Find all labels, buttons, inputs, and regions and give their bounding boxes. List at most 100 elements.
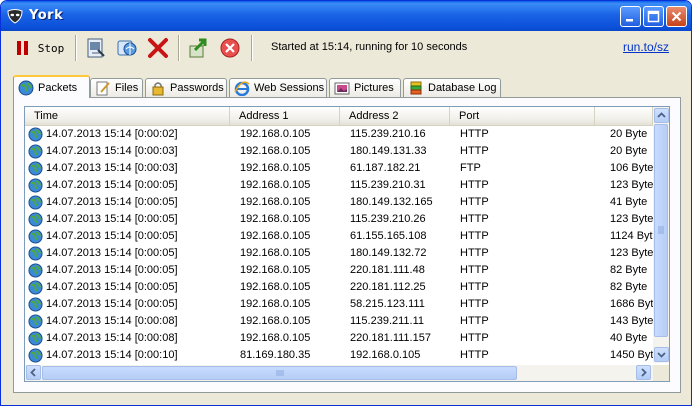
close-window-button[interactable] xyxy=(666,6,687,27)
port-cell: HTTP xyxy=(460,281,489,293)
tab-pictures[interactable]: Pictures xyxy=(329,78,401,97)
table-row[interactable]: 14.07.2013 15:14 [0:00:05] 192.168.0.105 6… xyxy=(25,228,653,245)
table-row[interactable]: 14.07.2013 15:14 [0:00:03] 192.168.0.105 6… xyxy=(25,160,653,177)
toolbar-separator xyxy=(251,35,253,61)
address-1-cell: 192.168.0.105 xyxy=(240,128,311,140)
stop-button[interactable]: Stop xyxy=(13,33,67,63)
tab-label: Packets xyxy=(38,81,78,94)
size-cell: 41 Byte xyxy=(610,196,648,208)
address-2-cell: 180.149.131.33 xyxy=(350,145,427,157)
address-2-cell: 115.239.210.16 xyxy=(350,128,426,140)
packets-list[interactable]: Time Address 1 Address 2 Port 14.07.2013… xyxy=(24,106,670,382)
scroll-left-button[interactable] xyxy=(26,365,41,380)
scroll-down-button[interactable] xyxy=(654,347,669,362)
horizontal-scroll-thumb[interactable] xyxy=(42,366,517,380)
chevron-left-icon xyxy=(30,368,36,377)
table-row[interactable]: 14.07.2013 15:14 [0:00:02] 192.168.0.105 1… xyxy=(25,126,653,143)
minimize-button[interactable] xyxy=(620,6,641,27)
chevron-up-icon xyxy=(657,112,666,118)
tab-panel: Time Address 1 Address 2 Port 14.07.2013… xyxy=(13,97,681,393)
file-edit-icon xyxy=(96,81,110,96)
table-row[interactable]: 14.07.2013 15:14 [0:00:05] 192.168.0.105 1… xyxy=(25,245,653,262)
column-header-size[interactable] xyxy=(595,107,653,125)
time-cell: 14.07.2013 15:14 [0:00:05] xyxy=(46,281,178,293)
tab-label: Web Sessions xyxy=(254,82,325,94)
column-header-port[interactable]: Port xyxy=(450,107,595,125)
size-cell: 143 Byte xyxy=(610,315,653,327)
ie-icon xyxy=(234,81,250,96)
toolbar: Stop Started at 15:14, running for 10 se… xyxy=(3,31,689,65)
size-cell: 40 Byte xyxy=(610,332,648,344)
scroll-up-button[interactable] xyxy=(654,108,669,123)
address-1-cell: 192.168.0.105 xyxy=(240,298,311,310)
size-cell: 123 Byte xyxy=(610,247,653,259)
tab-label: Pictures xyxy=(354,82,394,94)
address-2-cell: 61.187.182.21 xyxy=(350,162,421,174)
size-cell: 82 Byte xyxy=(610,281,648,293)
save-capture-button[interactable] xyxy=(113,33,141,63)
tab-database-log[interactable]: Database Log xyxy=(403,78,501,97)
address-1-cell: 192.168.0.105 xyxy=(240,332,311,344)
stop-capture-button[interactable] xyxy=(216,33,244,63)
address-2-cell: 115.239.210.31 xyxy=(350,179,426,191)
size-cell: 82 Byte xyxy=(610,264,648,276)
red-x-icon xyxy=(148,38,168,58)
address-2-cell: 115.239.211.11 xyxy=(350,315,425,327)
port-cell: HTTP xyxy=(460,213,489,225)
table-row[interactable]: 14.07.2013 15:14 [0:00:03] 192.168.0.105 1… xyxy=(25,143,653,160)
close-icon xyxy=(671,11,682,22)
homepage-link[interactable]: run.to/sz xyxy=(623,40,669,54)
address-1-cell: 192.168.0.105 xyxy=(240,247,311,259)
tab-label: Database Log xyxy=(428,82,497,94)
address-1-cell: 192.168.0.105 xyxy=(240,230,311,242)
pause-icon xyxy=(16,41,28,55)
tab-label: Files xyxy=(115,82,139,94)
table-row[interactable]: 14.07.2013 15:14 [0:00:05] 192.168.0.105 2… xyxy=(25,262,653,279)
horizontal-scrollbar[interactable] xyxy=(25,365,653,381)
size-cell: 20 Byte xyxy=(610,128,648,140)
table-row[interactable]: 14.07.2013 15:14 [0:00:05] 192.168.0.105 1… xyxy=(25,177,653,194)
column-header-address-2[interactable]: Address 2 xyxy=(340,107,450,125)
clear-button[interactable] xyxy=(144,33,172,63)
grip-icon xyxy=(276,370,284,376)
open-capture-button[interactable] xyxy=(82,33,110,63)
globe-icon xyxy=(28,314,43,329)
table-row[interactable]: 14.07.2013 15:14 [0:00:08] 192.168.0.105 1… xyxy=(25,313,653,330)
address-2-cell: 180.149.132.165 xyxy=(350,196,433,208)
table-row[interactable]: 14.07.2013 15:14 [0:00:10] 81.169.180.35 1… xyxy=(25,347,653,364)
time-cell: 14.07.2013 15:14 [0:00:08] xyxy=(46,315,178,327)
tab-web-sessions[interactable]: Web Sessions xyxy=(229,78,327,97)
port-cell: HTTP xyxy=(460,179,489,191)
title-bar[interactable]: York xyxy=(1,1,691,31)
address-1-cell: 81.169.180.35 xyxy=(240,349,311,361)
scrollbar-corner xyxy=(653,365,669,381)
table-row[interactable]: 14.07.2013 15:14 [0:00:05] 192.168.0.105 1… xyxy=(25,211,653,228)
scroll-right-button[interactable] xyxy=(636,365,651,380)
size-cell: 1450 Byte xyxy=(610,349,653,361)
stop-label: Stop xyxy=(37,41,65,55)
vertical-scrollbar[interactable] xyxy=(653,107,669,363)
port-cell: HTTP xyxy=(460,247,489,259)
table-row[interactable]: 14.07.2013 15:14 [0:00:05] 192.168.0.105 2… xyxy=(25,279,653,296)
column-header-time[interactable]: Time xyxy=(25,107,230,125)
column-header-address-1[interactable]: Address 1 xyxy=(230,107,340,125)
port-cell: FTP xyxy=(460,162,481,174)
port-cell: HTTP xyxy=(460,315,489,327)
green-arrow-icon xyxy=(189,38,207,58)
tab-packets[interactable]: Packets xyxy=(13,75,90,98)
table-row[interactable]: 14.07.2013 15:14 [0:00:05] 192.168.0.105 1… xyxy=(25,194,653,211)
maximize-button[interactable] xyxy=(643,6,664,27)
port-cell: HTTP xyxy=(460,332,489,344)
time-cell: 14.07.2013 15:14 [0:00:05] xyxy=(46,196,178,208)
tab-passwords[interactable]: Passwords xyxy=(145,78,227,97)
table-row[interactable]: 14.07.2013 15:14 [0:00:05] 192.168.0.105 5… xyxy=(25,296,653,313)
port-cell: HTTP xyxy=(460,264,489,276)
globe-icon xyxy=(28,331,43,346)
vertical-scroll-thumb[interactable] xyxy=(654,124,668,337)
padlock-icon xyxy=(152,82,164,96)
tab-files[interactable]: Files xyxy=(90,78,143,97)
table-row[interactable]: 14.07.2013 15:14 [0:00:08] 192.168.0.105 2… xyxy=(25,330,653,347)
address-1-cell: 192.168.0.105 xyxy=(240,315,311,327)
export-button[interactable] xyxy=(185,33,213,63)
globe-icon xyxy=(28,263,43,278)
